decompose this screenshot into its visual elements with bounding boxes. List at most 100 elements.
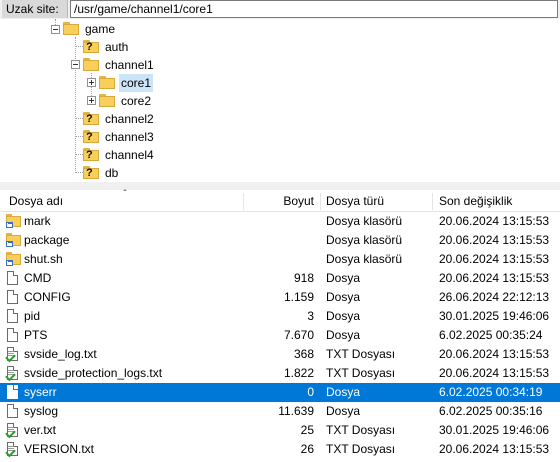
file-type: Dosya klasörü <box>326 214 403 228</box>
file-icon <box>6 328 20 343</box>
remote-path-input[interactable] <box>70 0 558 18</box>
file-size <box>246 212 314 231</box>
column-divider[interactable] <box>320 193 321 210</box>
file-row[interactable]: VERSION.txt 26 TXT Dosyası 20.06.2024 13:15… <box>0 440 560 459</box>
file-row[interactable]: syserr 0 Dosya 6.02.2025 00:34:19 <box>0 383 560 402</box>
file-row[interactable]: PTS 7.670 Dosya 6.02.2025 00:35:24 <box>0 326 560 345</box>
file-icon <box>6 290 20 305</box>
file-name: syslog <box>24 404 59 418</box>
expand-core1-toggle[interactable] <box>87 78 96 87</box>
file-modified: 20.06.2024 13:15:53 <box>439 233 550 247</box>
file-size: 1.159 <box>283 290 314 304</box>
folder-icon <box>83 58 99 72</box>
file-modified: 20.06.2024 13:15:53 <box>439 214 550 228</box>
tree-connector <box>75 172 83 173</box>
file-type: Dosya <box>326 404 361 418</box>
remote-site-bar: Uzak site: <box>0 0 560 19</box>
file-type: Dosya <box>326 328 361 342</box>
file-row[interactable]: package Dosya klasörü 20.06.2024 13:15:53 <box>0 231 560 250</box>
file-row[interactable]: svside_protection_logs.txt 1.822 TXT Dosya… <box>0 364 560 383</box>
file-name: pid <box>24 309 41 323</box>
tree-item-label: auth <box>105 40 129 54</box>
tree-item-label: db <box>105 166 119 180</box>
file-list[interactable]: mark Dosya klasörü 20.06.2024 13:15:53 pack… <box>0 212 560 462</box>
column-header-type[interactable]: Dosya türü <box>326 191 430 212</box>
file-name: CONFIG <box>24 290 71 304</box>
folder-link-icon <box>6 214 21 229</box>
file-row[interactable]: syslog 11.639 Dosya 6.02.2025 00:35:16 <box>0 402 560 421</box>
file-icon <box>6 309 20 324</box>
column-header-name[interactable]: Dosya adı <box>9 191 239 212</box>
file-name: package <box>24 233 70 247</box>
file-modified: 20.06.2024 13:15:53 <box>439 442 550 456</box>
tree-item-label: channel3 <box>105 130 154 144</box>
file-modified: 20.06.2024 13:15:53 <box>439 366 550 380</box>
file-size: 25 <box>300 423 314 437</box>
file-size: 7.670 <box>283 328 314 342</box>
collapse-channel1-toggle[interactable] <box>71 60 80 69</box>
file-icon <box>6 385 20 400</box>
unknown-folder-icon: ? <box>83 112 99 126</box>
file-row[interactable]: CMD 918 Dosya 20.06.2024 13:15:53 <box>0 269 560 288</box>
file-size: 3 <box>307 309 314 323</box>
file-list-header: Dosya adı Boyut Dosya türü Son değişikli… <box>0 191 560 212</box>
file-name: shut.sh <box>24 252 63 266</box>
file-type: Dosya <box>326 271 361 285</box>
tree-item-label: channel4 <box>105 148 154 162</box>
file-modified: 6.02.2025 00:34:19 <box>439 385 543 399</box>
tree-item-label: game <box>85 22 116 36</box>
file-size: 918 <box>293 271 314 285</box>
file-type: Dosya <box>326 385 361 399</box>
folder-icon <box>99 94 115 108</box>
file-size: 0 <box>307 385 314 399</box>
file-name: CMD <box>24 271 52 285</box>
expand-core2-toggle[interactable] <box>87 96 96 105</box>
text-file-icon <box>5 347 20 363</box>
file-type: TXT Dosyası <box>326 423 396 437</box>
folder-icon <box>99 76 115 90</box>
file-modified: 6.02.2025 00:35:24 <box>439 328 543 342</box>
file-row[interactable]: shut.sh Dosya klasörü 20.06.2024 13:15:53 <box>0 250 560 269</box>
file-size: 1.822 <box>283 366 314 380</box>
folder-link-icon <box>6 233 21 248</box>
remote-directory-tree[interactable]: game ? auth channel1 core1 core2 ? chann… <box>0 19 560 182</box>
file-modified: 6.02.2025 00:35:16 <box>439 404 543 418</box>
file-row[interactable]: ver.txt 25 TXT Dosyası 30.01.2025 19:46:06 <box>0 421 560 440</box>
file-modified: 26.06.2024 22:12:13 <box>439 290 550 304</box>
tree-connector <box>75 136 83 137</box>
file-type: TXT Dosyası <box>326 366 396 380</box>
file-modified: 20.06.2024 13:15:53 <box>439 252 550 266</box>
file-modified: 20.06.2024 13:15:53 <box>439 271 550 285</box>
text-file-icon <box>5 366 20 382</box>
file-type: TXT Dosyası <box>326 442 396 456</box>
file-row[interactable]: CONFIG 1.159 Dosya 26.06.2024 22:12:13 <box>0 288 560 307</box>
file-size <box>246 250 314 269</box>
pane-splitter[interactable] <box>0 182 560 190</box>
file-name: VERSION.txt <box>24 442 95 456</box>
tree-item-label: channel2 <box>105 112 154 126</box>
collapse-game-toggle[interactable] <box>51 25 60 34</box>
tree-connector <box>75 154 83 155</box>
tree-item-label: channel1 <box>105 58 154 72</box>
column-header-size[interactable]: Boyut <box>246 191 314 212</box>
tree-connector <box>75 37 76 173</box>
file-type: Dosya klasörü <box>326 252 403 266</box>
folder-link-icon <box>6 252 21 267</box>
file-row[interactable]: pid 3 Dosya 30.01.2025 19:46:06 <box>0 307 560 326</box>
file-size: 11.639 <box>278 404 314 418</box>
file-row[interactable]: svside_log.txt 368 TXT Dosyası 20.06.2024 1… <box>0 345 560 364</box>
file-name: PTS <box>24 328 48 342</box>
file-type: Dosya <box>326 290 361 304</box>
folder-icon <box>63 22 79 36</box>
file-size: 368 <box>293 347 314 361</box>
file-size <box>246 231 314 250</box>
file-name: mark <box>24 214 51 228</box>
file-name: svside_log.txt <box>24 347 97 361</box>
file-icon <box>6 404 20 419</box>
file-modified: 30.01.2025 19:46:06 <box>439 309 550 323</box>
remote-site-label: Uzak site: <box>2 0 68 18</box>
column-divider[interactable] <box>432 193 433 210</box>
file-row[interactable]: mark Dosya klasörü 20.06.2024 13:15:53 <box>0 212 560 231</box>
column-divider[interactable] <box>243 193 244 210</box>
column-header-modified[interactable]: Son değişiklik <box>439 191 559 212</box>
